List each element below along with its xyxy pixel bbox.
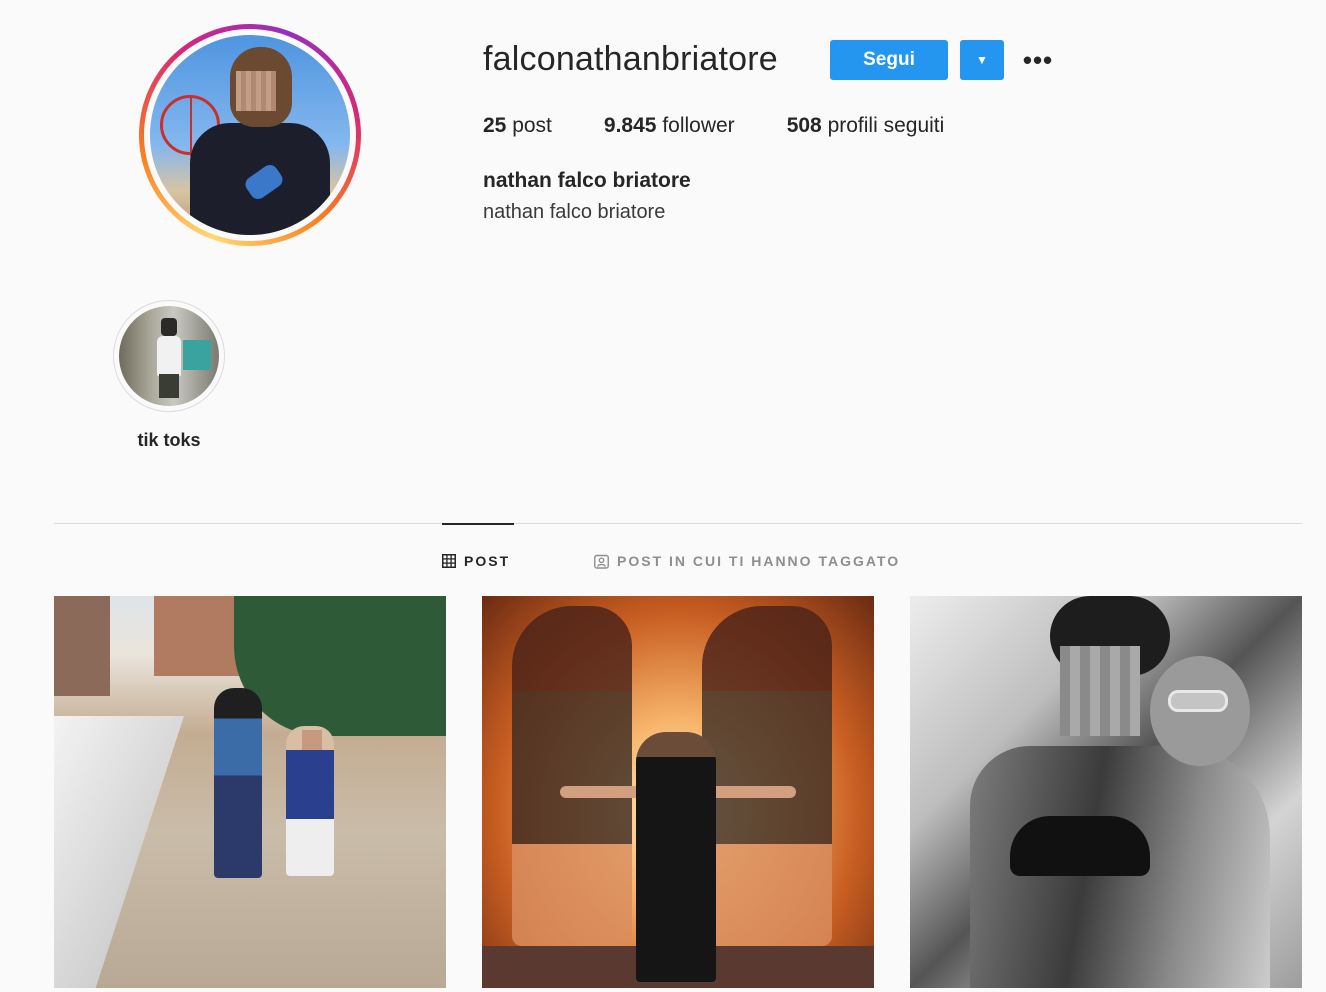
- suggested-dropdown-button[interactable]: ▼: [960, 40, 1004, 80]
- caret-down-icon: ▼: [976, 53, 988, 67]
- post-thumbnail[interactable]: [54, 596, 446, 988]
- post-thumbnail[interactable]: [482, 596, 874, 988]
- profile-page: falconathanbriatore Segui ▼ ••• 25 post …: [0, 0, 1326, 992]
- face-blur: [1060, 646, 1140, 736]
- profile-username: falconathanbriatore: [483, 40, 778, 78]
- active-tab-indicator: [442, 523, 514, 525]
- highlight-tik-toks[interactable]: [113, 300, 225, 412]
- posts-count: 25 post: [483, 114, 552, 137]
- highlight-label[interactable]: tik toks: [113, 430, 225, 451]
- profile-bio: nathan falco briatore: [483, 201, 666, 223]
- grid-icon: [442, 554, 456, 568]
- profile-stats: 25 post 9.845 follower 508 profili segui…: [483, 114, 996, 138]
- tabs-divider: [54, 523, 1302, 524]
- follow-button[interactable]: Segui: [830, 40, 948, 80]
- profile-avatar[interactable]: [139, 24, 361, 246]
- avatar-photo: [150, 35, 350, 235]
- face-blur: [236, 71, 276, 111]
- tab-tagged[interactable]: POST IN CUI TI HANNO TAGGATO: [594, 553, 900, 569]
- more-options-button[interactable]: •••: [1020, 44, 1056, 75]
- profile-full-name: nathan falco briatore: [483, 169, 691, 192]
- post-thumbnail[interactable]: [910, 596, 1302, 988]
- more-options-icon: •••: [1022, 44, 1054, 75]
- highlight-cover: [119, 306, 219, 406]
- face-blur: [302, 730, 322, 750]
- tagged-user-icon: [594, 554, 609, 569]
- following-link[interactable]: 508 profili seguiti: [787, 114, 945, 138]
- tab-posts[interactable]: POST: [442, 553, 510, 569]
- followers-link[interactable]: 9.845 follower: [604, 114, 735, 138]
